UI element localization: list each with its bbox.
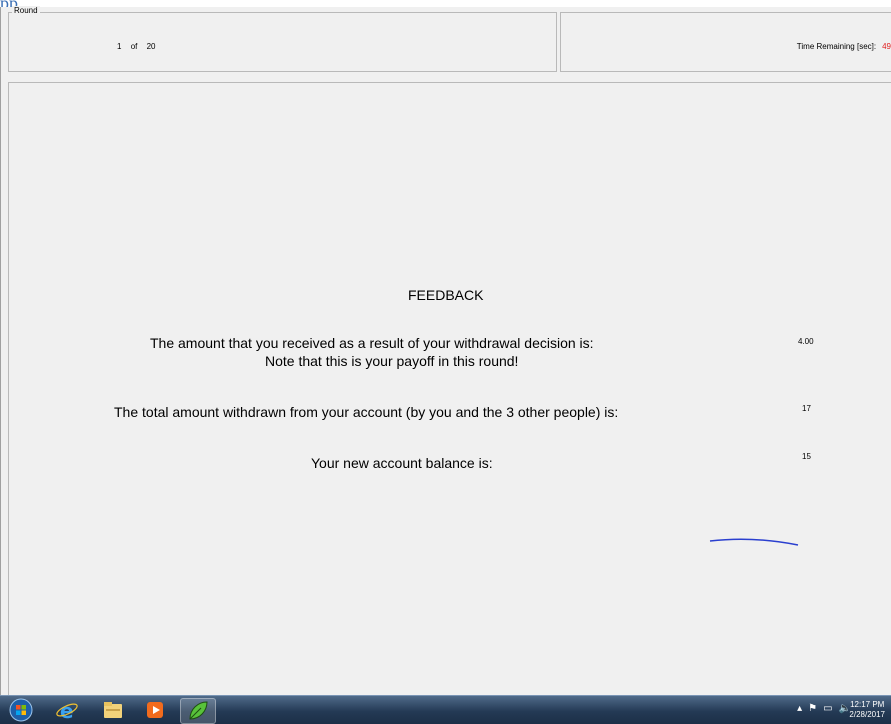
internet-explorer-icon[interactable]: e: [50, 698, 84, 722]
received-line-2: Note that this is your payoff in this ro…: [265, 353, 519, 369]
round-indicator: 1 of 20: [117, 42, 163, 51]
round-legend: Round: [12, 6, 40, 15]
balance-text: Your new account balance is:: [311, 455, 493, 471]
show-hidden-icons-icon[interactable]: ▴: [797, 703, 802, 714]
taskbar: e ▴ ⚑ ▭ 🔈 12:17 PM 2/28/2017: [0, 695, 891, 724]
round-total: 20: [146, 42, 156, 51]
received-value: 4.00: [798, 337, 814, 346]
withdrawn-text: The total amount withdrawn from your acc…: [114, 404, 619, 420]
received-line-1: The amount that you received as a result…: [150, 335, 594, 351]
round-current: 1: [117, 42, 122, 51]
experiment-window: Round 1 of 20 Time Remaining [sec]: 49: [0, 6, 891, 704]
action-center-flag-icon[interactable]: ⚑: [808, 703, 817, 714]
pen-stroke: [709, 538, 799, 546]
time-group: Time Remaining [sec]: 49: [560, 12, 891, 72]
feedback-panel: [8, 82, 891, 704]
balance-value: 15: [802, 452, 811, 461]
media-player-icon[interactable]: [138, 698, 172, 722]
taskbar-clock[interactable]: 12:17 PM 2/28/2017: [849, 700, 885, 720]
round-group: Round 1 of 20: [8, 6, 557, 72]
start-orb-icon[interactable]: [4, 698, 38, 722]
time-remaining-value: 49: [882, 42, 891, 51]
clock-time: 12:17 PM: [850, 700, 885, 709]
system-tray: ▴ ⚑ ▭ 🔈: [797, 703, 851, 714]
network-icon[interactable]: ▭: [823, 703, 832, 714]
time-remaining-label: Time Remaining [sec]:: [796, 42, 877, 51]
time-remaining: Time Remaining [sec]: 49: [797, 42, 891, 51]
round-of: of: [130, 42, 138, 51]
file-explorer-icon[interactable]: [96, 698, 130, 722]
svg-text:e: e: [60, 699, 74, 722]
feedback-title: FEEDBACK: [408, 287, 484, 303]
leaf-app-icon[interactable]: [180, 698, 216, 724]
withdrawn-value: 17: [802, 404, 811, 413]
clock-date: 2/28/2017: [849, 710, 885, 719]
